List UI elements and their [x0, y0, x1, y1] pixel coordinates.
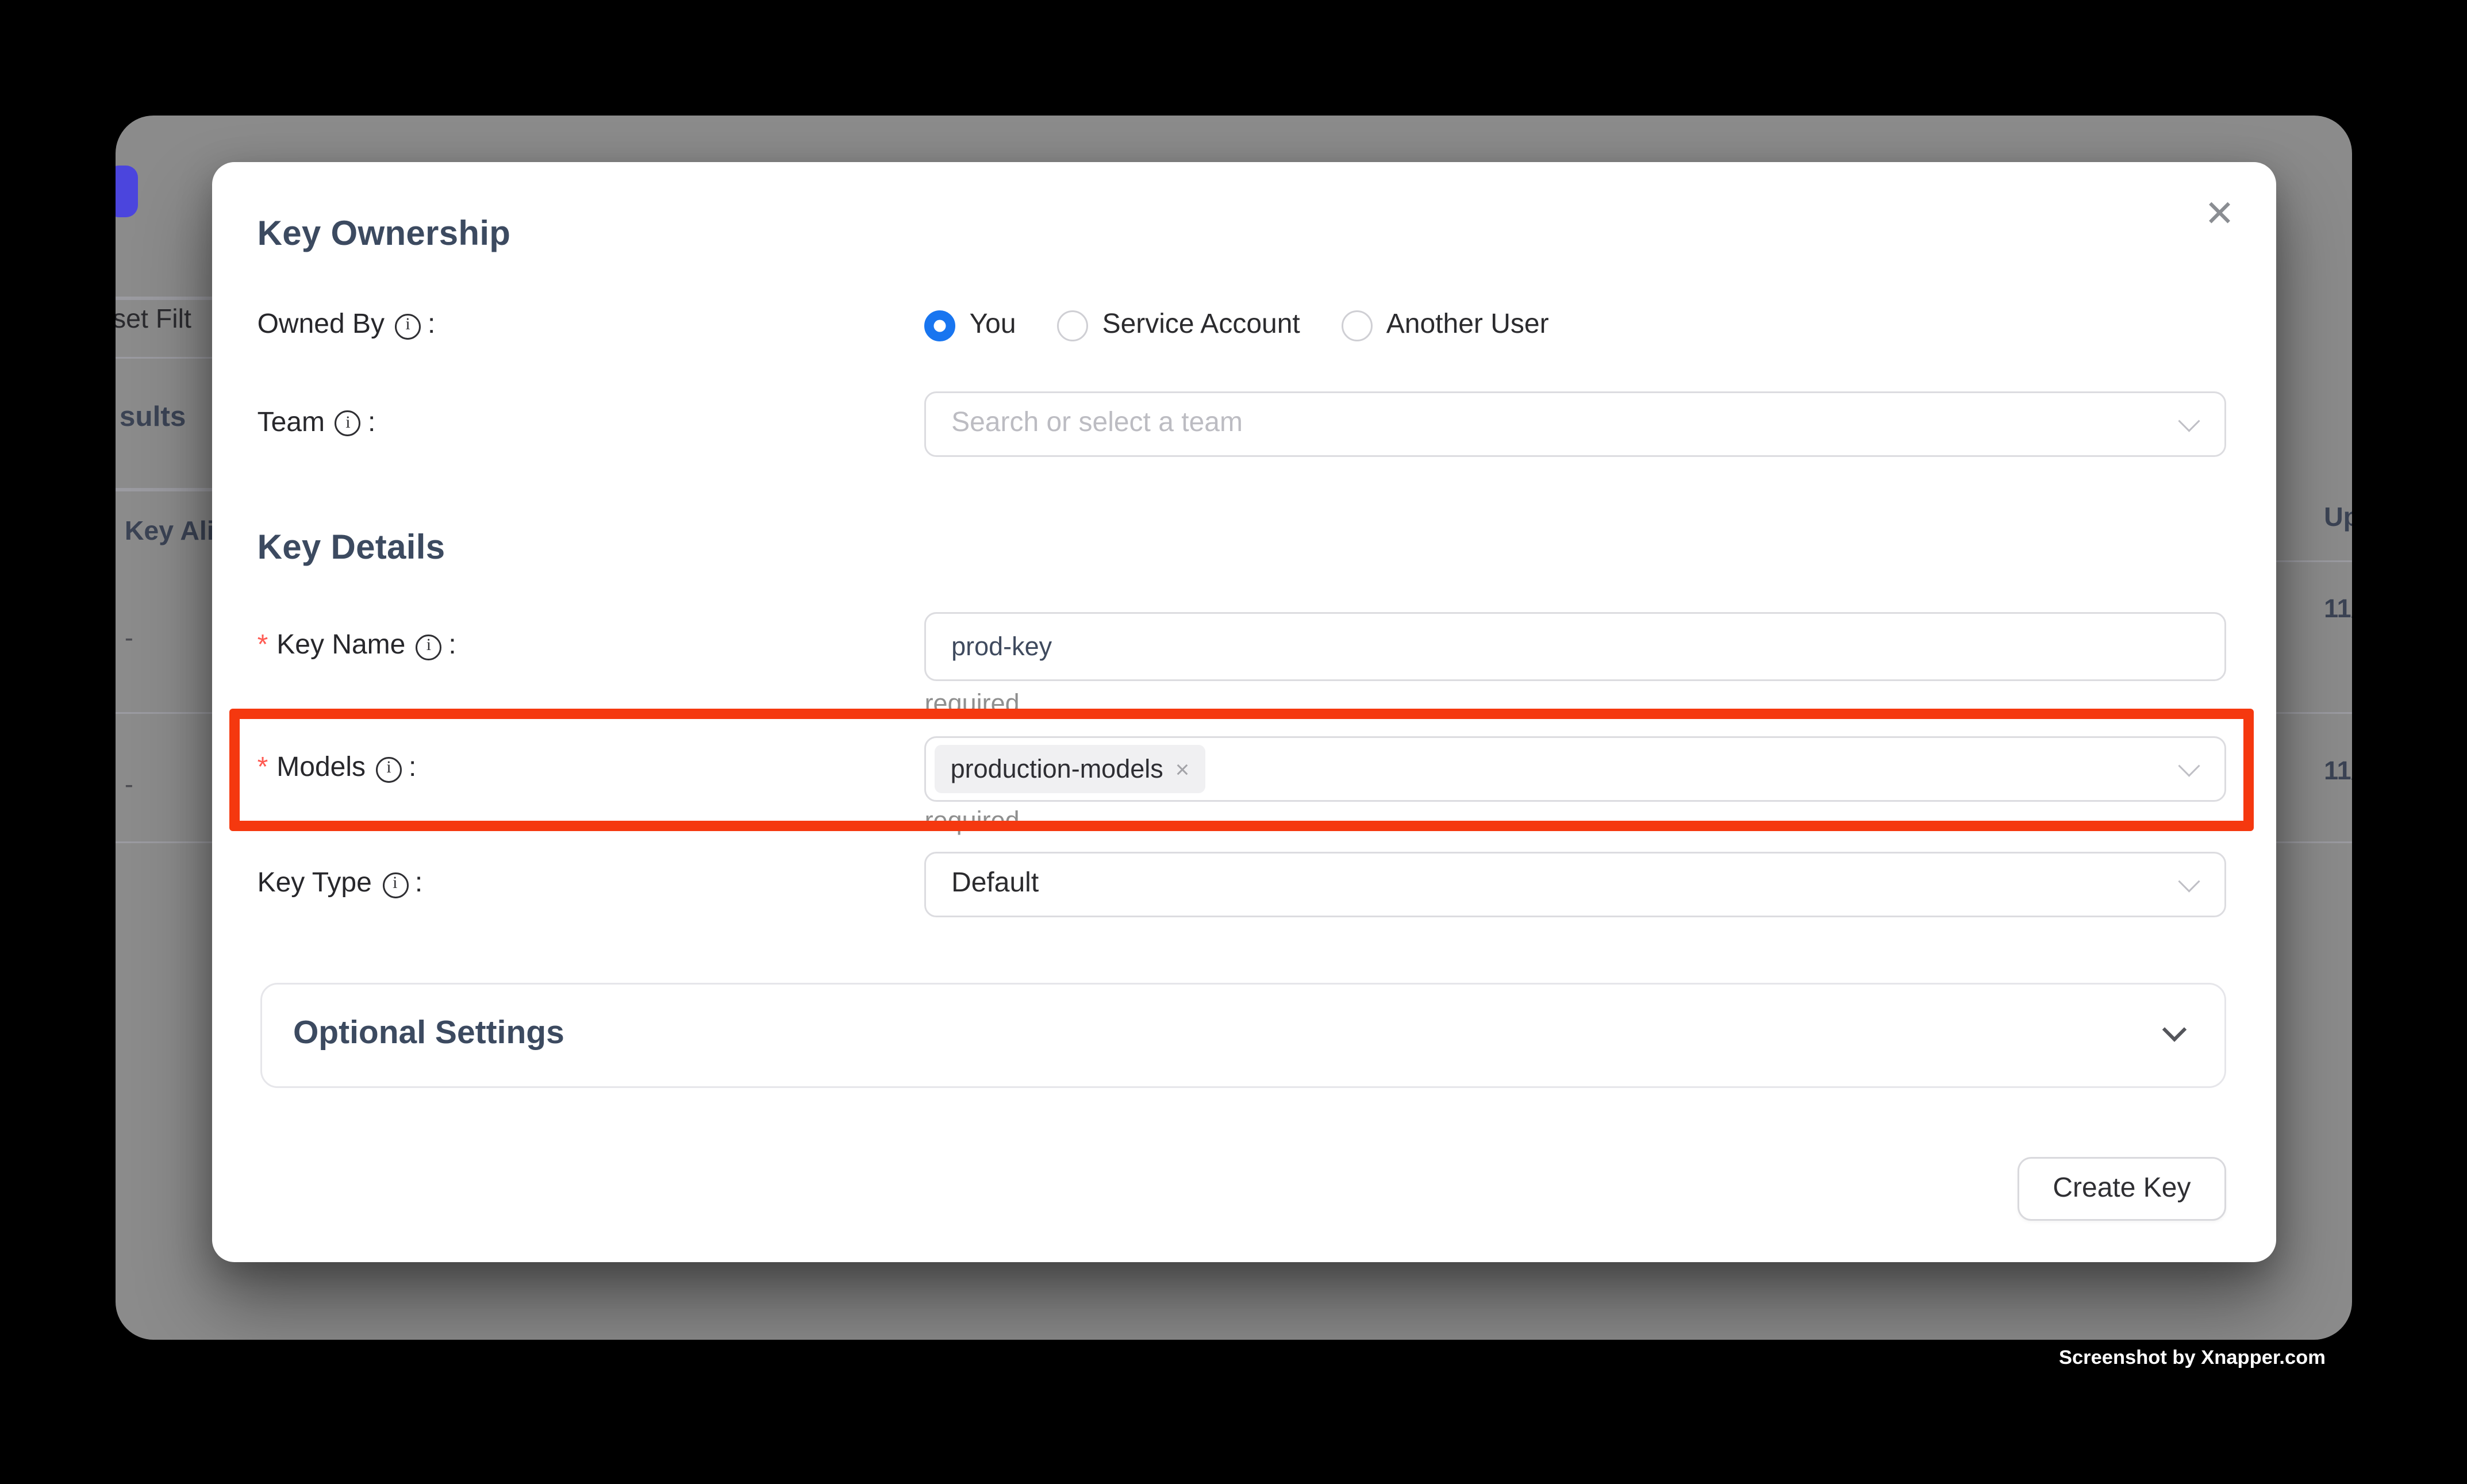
- key-name-validation-message: required: [925, 690, 1020, 725]
- column-header-updated-partial: Up: [2324, 503, 2352, 534]
- radio-selected-icon[interactable]: [925, 311, 956, 342]
- label-colon: :: [415, 870, 422, 901]
- optional-settings-collapse[interactable]: Optional Settings: [260, 983, 2226, 1088]
- background-primary-button-fragment[interactable]: [115, 165, 137, 217]
- info-icon[interactable]: i: [395, 313, 421, 339]
- chevron-down-icon: [2177, 755, 2199, 777]
- radio-label-you: You: [970, 311, 1016, 342]
- owned-by-label: Owned By i :: [258, 307, 436, 345]
- section-title-key-ownership: Key Ownership: [258, 216, 511, 256]
- radio-label-another-user: Another User: [1386, 311, 1549, 342]
- create-key-button[interactable]: Create Key: [2018, 1157, 2226, 1221]
- info-icon[interactable]: i: [416, 634, 441, 660]
- key-type-select[interactable]: Default: [925, 852, 2226, 917]
- required-asterisk: *: [258, 632, 268, 663]
- table-cell-date-partial: 11/: [2324, 756, 2352, 786]
- team-select[interactable]: Search or select a team: [925, 391, 2226, 456]
- team-select-placeholder: Search or select a team: [951, 408, 1243, 439]
- team-label: Team i :: [258, 405, 376, 443]
- label-colon: :: [428, 311, 435, 342]
- models-label: * Models i :: [258, 751, 417, 789]
- models-validation-message: required: [925, 807, 1020, 841]
- tag-remove-icon[interactable]: ×: [1175, 758, 1190, 782]
- radio-unselected-icon[interactable]: [1058, 311, 1089, 342]
- owned-by-radio-group: You Service Account Another User: [925, 307, 1549, 345]
- divider: [2276, 712, 2352, 714]
- info-icon[interactable]: i: [382, 872, 408, 898]
- label-colon: :: [409, 754, 416, 785]
- info-icon[interactable]: i: [376, 756, 402, 782]
- chevron-down-icon: [2177, 410, 2199, 432]
- label-colon: :: [448, 632, 456, 663]
- key-name-label-text: Key Name: [276, 632, 405, 663]
- key-name-input[interactable]: prod-key: [925, 613, 2226, 682]
- label-colon: :: [368, 408, 375, 439]
- table-cell-dash: -: [125, 770, 133, 799]
- models-label-text: Models: [276, 754, 366, 785]
- radio-option-service-account[interactable]: Service Account: [1058, 311, 1300, 342]
- key-name-label: * Key Name i :: [258, 628, 456, 666]
- selected-model-tag: production-models ×: [935, 745, 1205, 794]
- divider: [115, 489, 218, 491]
- divider: [115, 356, 218, 359]
- optional-settings-title: Optional Settings: [293, 1016, 564, 1054]
- team-label-text: Team: [258, 408, 325, 439]
- chevron-down-icon: [2177, 870, 2199, 892]
- table-cell-date-partial: 11/: [2324, 594, 2352, 624]
- divider: [115, 297, 218, 299]
- divider: [2276, 560, 2352, 563]
- screenshot-stage: eset Filt sults Key Alia - - Up 11/ 11/ …: [0, 0, 2467, 1484]
- radio-option-you[interactable]: You: [925, 311, 1016, 342]
- close-icon[interactable]: ✕: [2204, 197, 2235, 233]
- divider: [115, 712, 218, 714]
- chevron-down-icon: [2162, 1018, 2186, 1043]
- models-multiselect[interactable]: production-models ×: [925, 737, 2226, 802]
- divider: [115, 841, 218, 843]
- key-type-value: Default: [951, 869, 1039, 900]
- section-title-key-details: Key Details: [258, 530, 445, 570]
- radio-option-another-user[interactable]: Another User: [1342, 311, 1549, 342]
- key-type-label: Key Type i :: [258, 866, 423, 904]
- reset-filters-button-partial[interactable]: eset Filt: [115, 305, 191, 336]
- required-asterisk: *: [258, 754, 268, 785]
- watermark-text: Screenshot by Xnapper.com: [2059, 1348, 2326, 1369]
- divider: [2276, 841, 2352, 843]
- table-cell-dash: -: [125, 624, 133, 653]
- info-icon[interactable]: i: [335, 411, 361, 437]
- radio-label-service-account: Service Account: [1102, 311, 1300, 342]
- owned-by-label-text: Owned By: [258, 311, 385, 342]
- key-type-label-text: Key Type: [258, 870, 372, 901]
- key-name-value: prod-key: [951, 632, 1052, 662]
- results-count-partial: sults: [120, 401, 186, 434]
- create-key-modal: Key Ownership ✕ Owned By i : You Service…: [212, 163, 2276, 1263]
- radio-unselected-icon[interactable]: [1342, 311, 1373, 342]
- selected-model-tag-label: production-models: [951, 755, 1163, 784]
